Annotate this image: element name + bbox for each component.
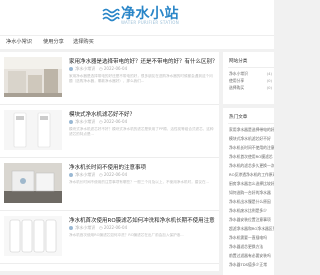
article-author[interactable]: 净水小常识: [75, 119, 95, 124]
article-title[interactable]: 净水机首次使用RO膜滤芯如何冲洗和净水机长期不使用注意事项。: [69, 216, 215, 224]
article-title[interactable]: 家用净水器是选择带电的好？还是不带电的好？有什么区别？: [69, 57, 215, 65]
article-excerpt: 净水机长时间不使用的注意事项有哪些？一般三个月及以上，不使用净水机时，建议在..…: [69, 180, 209, 184]
article-thumbnail[interactable]: [4, 57, 62, 97]
article-author[interactable]: 净水小常识: [75, 172, 95, 177]
popular-item[interactable]: 厨房净水器怎么选择比较好: [229, 181, 274, 187]
article-item[interactable]: 净水机首次使用RO膜滤芯如何冲洗和净水机长期不使用注意事项。 净水小常识 ◷ 2…: [0, 211, 219, 264]
nav-item-buy[interactable]: 选择购买: [73, 38, 94, 45]
article-item[interactable]: 模块式净水机滤芯好不好？ 净水小常识 ◷ 2022-06-04 模块式净水机滤芯…: [0, 105, 219, 158]
article-thumbnail[interactable]: [4, 216, 62, 256]
popular-item[interactable]: 净水器安装位置注意事项: [229, 217, 274, 223]
article-meta: 净水小常识 ◷ 2022-06-04: [69, 225, 215, 231]
article-item[interactable]: 家用净水器是选择带电的好？还是不带电的好？有什么区别？ 净水小常识 ◷ 2022…: [0, 52, 219, 105]
popular-item[interactable]: 超滤净水器和RO净水器区别: [229, 226, 274, 232]
category-item[interactable]: 选择购买 (0): [229, 85, 274, 91]
author-avatar: [69, 173, 73, 177]
popular-item[interactable]: 净水器滤芯更换方法: [229, 244, 274, 250]
divider: [228, 67, 274, 68]
category-item[interactable]: 净水小常识 (4): [229, 71, 274, 77]
article-list: 家用净水器是选择带电的好？还是不带电的好？有什么区别？ 净水小常识 ◷ 2022…: [0, 52, 219, 271]
article-date: 2022-06-04: [103, 119, 128, 124]
article-meta: 净水小常识 ◷ 2022-06-04: [69, 172, 215, 178]
author-avatar: [69, 120, 73, 124]
clock-icon: ◷: [99, 225, 103, 230]
article-author[interactable]: 净水小常识: [75, 225, 95, 230]
article-thumbnail[interactable]: [4, 163, 62, 203]
category-widget: 网站分类 净水小常识 (4) 使用分享 (0) 选择购买 (0): [223, 52, 274, 96]
popular-item[interactable]: 净水机出水慢是什么原因: [229, 199, 274, 205]
popular-item[interactable]: 净水机的滤芯多久更换一次: [229, 163, 274, 169]
popular-item[interactable]: 净水器TDS值多少正常: [229, 262, 274, 268]
site-header: 净水小站 WATER PURIFIER STATION: [0, 0, 274, 35]
article-excerpt: 净水机首次使用RO膜滤芯如何冲洗？RO膜滤芯在出厂前会加入保护液...: [69, 233, 184, 237]
clock-icon: ◷: [99, 119, 103, 124]
popular-item[interactable]: 净水机长时间不使用的注意: [229, 145, 274, 151]
nav-item-share[interactable]: 使用分享: [43, 38, 64, 45]
clock-icon: ◷: [99, 172, 103, 177]
popular-item[interactable]: 模块式净水机滤芯好不好: [229, 136, 274, 142]
article-title[interactable]: 净水机长时间不使用的注意事项: [69, 163, 215, 171]
article-meta: 净水小常识 ◷ 2022-06-04: [69, 119, 215, 125]
popular-item[interactable]: 前置过滤器有必要安装吗: [229, 253, 274, 259]
popular-item[interactable]: 如何选购一台好的净水器: [229, 190, 274, 196]
article-meta: 净水小常识 ◷ 2022-06-04: [69, 66, 215, 72]
popular-item[interactable]: 净水机需要一直插电吗: [229, 235, 274, 241]
logo-subtitle: WATER PURIFIER STATION: [121, 20, 180, 25]
article-date: 2022-06-04: [103, 225, 128, 230]
popular-item[interactable]: 家用净水器是选择带电的好: [229, 127, 274, 133]
popular-item[interactable]: RO反渗透净水机的工作原理: [229, 172, 274, 178]
nav-item-knowledge[interactable]: 净水小常识: [6, 38, 32, 45]
popular-title: 热门文章: [229, 115, 248, 120]
article-excerpt: 家用净水器是选择带电的好还是不带电的好，很多朋友在选购净水器的时候都会遇到这个问…: [69, 74, 213, 83]
main-nav: 净水小常识 使用分享 选择购买: [0, 35, 274, 49]
water-wave-icon: [102, 8, 120, 22]
article-date: 2022-06-04: [103, 66, 128, 71]
article-item[interactable]: 净水机长时间不使用的注意事项 净水小常识 ◷ 2022-06-04 净水机长时间…: [0, 158, 219, 211]
popular-widget: 热门文章 家用净水器是选择带电的好 模块式净水机滤芯好不好 净水机长时间不使用的…: [223, 104, 274, 275]
article-title[interactable]: 模块式净水机滤芯好不好？: [69, 110, 215, 118]
clock-icon: ◷: [99, 66, 103, 71]
divider: [228, 123, 274, 124]
site-logo[interactable]: 净水小站 WATER PURIFIER STATION: [102, 3, 182, 31]
author-avatar: [69, 226, 73, 230]
article-excerpt: 模块式净水机滤芯好不好？模块式净水机的滤芯是采用了PP棉、活性炭等组合式滤芯，这…: [69, 127, 214, 136]
popular-item[interactable]: 净水机废水比例是多少: [229, 208, 274, 214]
article-date: 2022-06-04: [103, 172, 128, 177]
popular-item[interactable]: 净水机首次使用RO膜滤芯: [229, 154, 274, 160]
article-author[interactable]: 净水小常识: [75, 66, 95, 71]
author-avatar: [69, 67, 73, 71]
category-title: 网站分类: [229, 59, 248, 64]
article-thumbnail[interactable]: [4, 110, 62, 150]
category-item[interactable]: 使用分享 (0): [229, 78, 274, 84]
sidebar: 网站分类 净水小常识 (4) 使用分享 (0) 选择购买 (0) 热门文章 家用…: [223, 52, 274, 275]
